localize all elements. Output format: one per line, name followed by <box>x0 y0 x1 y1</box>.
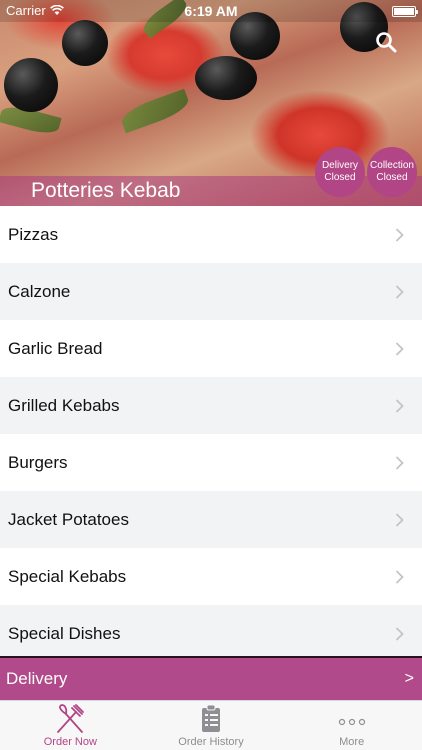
chevron-right-icon <box>395 626 404 641</box>
chevron-right-icon <box>395 569 404 584</box>
order-mode-label: Delivery <box>6 669 68 688</box>
menu-item-label: Special Dishes <box>8 623 121 643</box>
tab-order-history[interactable]: Order History <box>141 701 282 750</box>
battery-icon <box>392 6 418 17</box>
menu-item-label: Garlic Bread <box>8 338 103 358</box>
olive-image <box>62 20 108 66</box>
status-bar: Carrier 6:19 AM <box>0 0 422 22</box>
delivery-status-badge: Delivery Closed <box>315 147 365 197</box>
collection-badge-line2: Closed <box>376 172 408 183</box>
olive-image <box>4 58 58 112</box>
order-mode-arrow: > <box>404 670 414 687</box>
tab-more-label: More <box>339 736 365 748</box>
olive-image <box>195 56 257 100</box>
clipboard-icon <box>202 704 220 732</box>
menu-item-special-dishes[interactable]: Special Dishes <box>0 605 422 656</box>
menu-item-label: Burgers <box>8 452 68 472</box>
chevron-right-icon <box>395 512 404 527</box>
menu-item-calzone[interactable]: Calzone <box>0 263 422 320</box>
tab-order-now-label: Order Now <box>43 736 97 748</box>
tab-bar: Order Now Order History More <box>0 700 422 750</box>
chevron-right-icon <box>395 227 404 242</box>
delivery-badge-line2: Closed <box>324 172 356 183</box>
menu-item-label: Calzone <box>8 281 71 301</box>
delivery-badge-line1: Delivery <box>321 160 359 171</box>
tab-more[interactable]: More <box>281 701 422 750</box>
tab-order-history-label: Order History <box>178 736 244 748</box>
menu-category-list: Pizzas Calzone Garlic Bread Grilled Keba… <box>0 206 422 656</box>
more-dots-icon <box>338 718 365 726</box>
hero-banner: Carrier 6:19 AM Potteries Kebab Delivery… <box>0 0 422 206</box>
chevron-right-icon <box>395 284 404 299</box>
basil-leaf-image <box>118 88 192 134</box>
menu-item-label: Grilled Kebabs <box>8 395 120 415</box>
fork-knife-icon <box>57 704 85 733</box>
collection-status-badge: Collection Closed <box>367 147 417 197</box>
menu-item-label: Jacket Potatoes <box>8 509 129 529</box>
menu-item-jacket-potatoes[interactable]: Jacket Potatoes <box>0 491 422 548</box>
order-mode-bar[interactable]: Delivery > <box>0 656 422 700</box>
restaurant-name: Potteries Kebab <box>31 179 181 202</box>
tab-order-now[interactable]: Order Now <box>0 701 141 750</box>
menu-item-pizzas[interactable]: Pizzas <box>0 206 422 263</box>
menu-item-special-kebabs[interactable]: Special Kebabs <box>0 548 422 605</box>
clock: 6:19 AM <box>184 3 238 19</box>
menu-item-label: Special Kebabs <box>8 566 127 586</box>
chevron-right-icon <box>395 341 404 356</box>
menu-item-burgers[interactable]: Burgers <box>0 434 422 491</box>
collection-badge-line1: Collection <box>370 160 414 171</box>
chevron-right-icon <box>395 398 404 413</box>
search-icon[interactable] <box>374 30 398 54</box>
chevron-right-icon <box>395 455 404 470</box>
menu-item-grilled-kebabs[interactable]: Grilled Kebabs <box>0 377 422 434</box>
menu-item-garlic-bread[interactable]: Garlic Bread <box>0 320 422 377</box>
menu-item-label: Pizzas <box>8 224 59 244</box>
